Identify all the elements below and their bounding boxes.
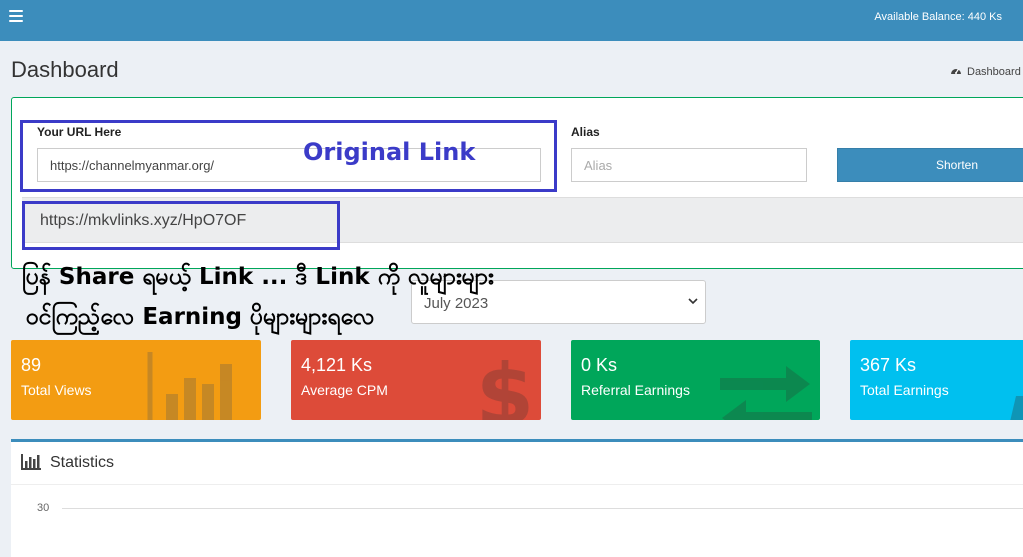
bar-chart-icon [21, 454, 41, 470]
breadcrumb[interactable]: Dashboard [950, 65, 1021, 78]
card-total-views: 89 Total Views [11, 340, 261, 420]
statistics-header [11, 442, 1023, 485]
y-axis-tick: 30 [37, 502, 50, 514]
card-average-cpm: $ 4,121 Ks Average CPM [291, 340, 541, 420]
card-referral-earnings: 0 Ks Referral Earnings [571, 340, 820, 420]
exchange-icon [720, 366, 812, 420]
dollar-icon: $ [477, 346, 533, 420]
card-label: Average CPM [301, 382, 388, 398]
dashboard-gauge-icon [951, 68, 961, 74]
statistics-title: Statistics [50, 454, 115, 471]
top-navbar: Available Balance: 440 Ks [0, 0, 1023, 41]
annotation-line-1: ပြန် Share ရမယ့် Link ... ဒီ Link ကို လူ… [22, 264, 494, 290]
chart-gridline [62, 508, 1023, 509]
breadcrumb-label: Dashboard [967, 66, 1021, 78]
page-title: Dashboard [11, 57, 119, 82]
card-label: Total Views [21, 382, 92, 398]
card-value: 367 Ks [860, 355, 917, 375]
card-label: Referral Earnings [581, 382, 690, 398]
svg-text:$: $ [477, 346, 533, 420]
card-value: 89 [21, 355, 42, 375]
money-icon [1010, 396, 1023, 420]
menu-toggle-icon[interactable] [9, 10, 23, 22]
chevron-down-icon [688, 298, 698, 305]
original-link-annotation: Original Link [303, 138, 476, 166]
original-link-highlight [20, 120, 557, 192]
alias-input[interactable] [571, 148, 807, 182]
available-balance: Available Balance: 440 Ks [874, 11, 1002, 23]
annotation-line-2: ဝင်ကြည့်လေ Earning ပိုများများရလေ [26, 304, 375, 330]
card-value: 4,121 Ks [301, 355, 373, 375]
short-link-highlight [22, 201, 340, 250]
month-selected-value: July 2023 [424, 295, 489, 312]
alias-label: Alias [571, 125, 600, 139]
bar-chart-icon [147, 352, 232, 420]
card-total-earnings: 367 Ks Total Earnings [850, 340, 1023, 420]
shorten-button[interactable]: Shorten [837, 148, 1023, 182]
card-label: Total Earnings [860, 382, 949, 398]
card-value: 0 Ks [581, 355, 618, 375]
